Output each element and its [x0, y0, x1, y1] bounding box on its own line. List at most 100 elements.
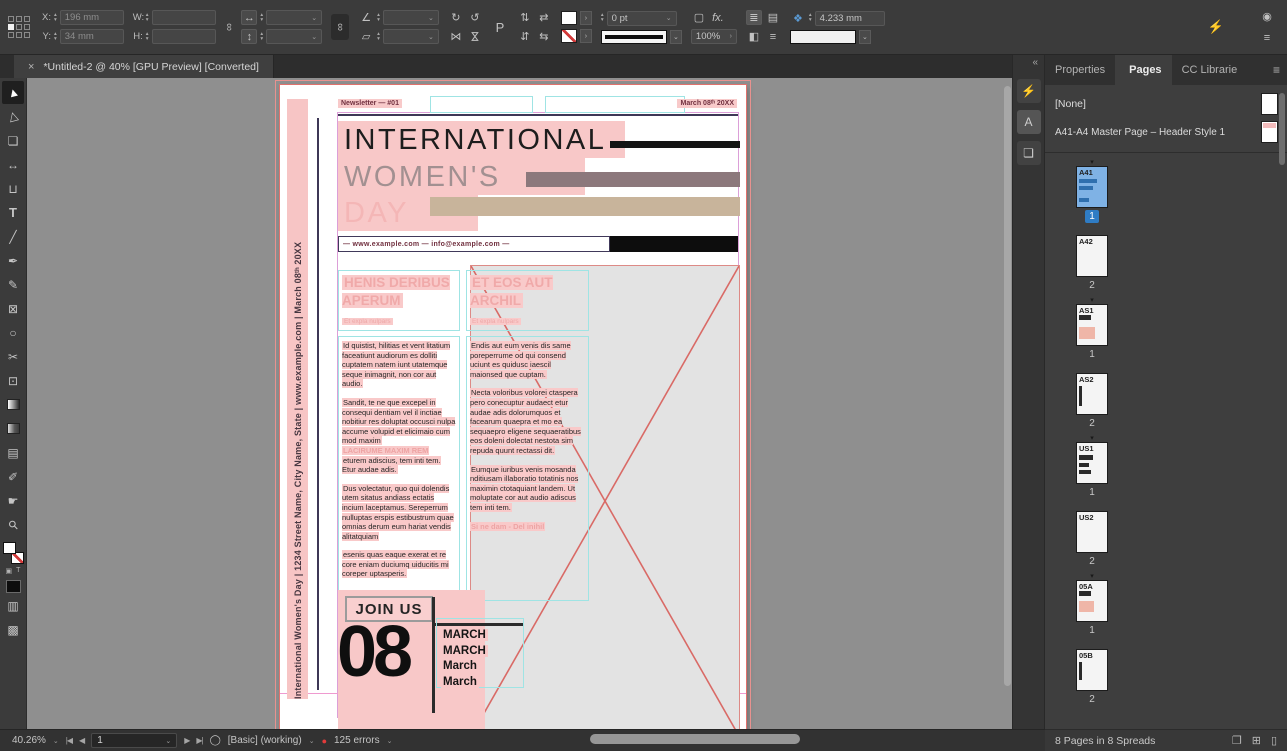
text-column-2[interactable]: ET EOS AUT ARCHIL Et expla nulpars Endis…	[466, 270, 589, 601]
screen-mode-icon[interactable]: ▩	[2, 618, 24, 641]
title-line-1[interactable]: INTERNATIONAL	[344, 122, 606, 158]
horizontal-scrollbar[interactable]	[590, 734, 800, 744]
shear-angle-field[interactable]: ⌄	[383, 29, 439, 44]
stepper-icon[interactable]: ▴▾	[377, 13, 380, 23]
page-number-field[interactable]: 1 ⌄	[91, 733, 177, 748]
stepper-icon[interactable]: ▴▾	[54, 13, 57, 23]
page-number[interactable]: 1	[1085, 624, 1099, 637]
master-thumbnail[interactable]	[1262, 94, 1277, 114]
view-options-icon[interactable]: ▥	[2, 594, 24, 617]
gradient-tool[interactable]	[2, 393, 24, 416]
tab-cc-libraries[interactable]: CC Librarie	[1172, 55, 1248, 85]
column1-body-frame[interactable]: Id quistist, hilitias et vent litatium f…	[338, 336, 460, 593]
stepper-icon[interactable]: ▴▾	[54, 32, 57, 42]
close-icon[interactable]: ×	[28, 61, 34, 73]
fill-color-swatch[interactable]	[561, 11, 577, 25]
text-wrap-jump-icon[interactable]: ≡	[765, 29, 781, 44]
error-count[interactable]: 125 errors	[334, 735, 380, 746]
next-page-icon[interactable]: ▶	[184, 736, 189, 745]
panel-menu-icon[interactable]: ≡	[1273, 63, 1280, 77]
page-thumbnail[interactable]: A42	[1077, 236, 1107, 276]
text-wrap-bounding-icon[interactable]: ▤	[765, 10, 781, 25]
x-position-field[interactable]: 196 mm	[60, 10, 124, 25]
transform-proxy-icon[interactable]: P	[492, 20, 508, 35]
document-page[interactable]: International Women's Day | 1234 Street …	[280, 85, 746, 729]
zoom-tool[interactable]: ⚲	[2, 513, 24, 536]
chevron-down-icon[interactable]: ⌄	[53, 737, 59, 745]
stroke-style-chevron[interactable]: ⌄	[670, 30, 682, 44]
width-field[interactable]	[152, 10, 216, 25]
swatch-dropdown[interactable]	[790, 30, 856, 44]
tab-pages[interactable]: Pages	[1115, 55, 1171, 85]
contact-line[interactable]: — www.example.com — info@example.com —	[338, 236, 610, 252]
preflight-profile[interactable]: [Basic] (working)	[228, 735, 302, 746]
newsletter-date-label[interactable]: March 08ᵗʰ 20XX	[677, 99, 737, 108]
stepper-icon[interactable]: ▴▾	[809, 13, 812, 23]
swatch-dropdown-chevron[interactable]: ⌄	[859, 30, 871, 44]
gear-icon[interactable]: ◉	[1259, 9, 1275, 24]
page-thumbnail[interactable]: AS2	[1077, 374, 1107, 414]
stroke-color-swatch[interactable]	[561, 29, 577, 43]
pen-tool[interactable]: ✒	[2, 249, 24, 272]
panel-scrollbar[interactable]	[1279, 93, 1285, 165]
rectangle-frame-tool[interactable]: ⊠	[2, 297, 24, 320]
zoom-level[interactable]: 40.26%	[12, 735, 46, 746]
content-collector-tool[interactable]: ⊔	[2, 177, 24, 200]
title-line-3[interactable]: DAY	[344, 195, 409, 231]
ellipse-tool[interactable]: ○	[2, 321, 24, 344]
page-number[interactable]: 1	[1085, 210, 1099, 223]
line-tool[interactable]: ╱	[2, 225, 24, 248]
constrain-scale-button[interactable]: ∞	[331, 14, 349, 40]
selection-tool[interactable]: ►	[2, 81, 24, 104]
character-styles-panel-icon[interactable]: A	[1017, 110, 1041, 134]
distribute-horizontal-icon[interactable]: ⇄	[536, 10, 552, 25]
event-day-number[interactable]: 08	[337, 602, 409, 702]
formatting-text-icon[interactable]: T	[16, 567, 20, 575]
previous-page-icon[interactable]: ◀	[79, 736, 84, 745]
scale-y-field[interactable]: ⌄	[266, 29, 322, 44]
apply-color-button[interactable]	[6, 580, 21, 593]
preflight-icon[interactable]: ◯	[210, 735, 221, 746]
chevron-down-icon[interactable]: ⌄	[387, 737, 393, 745]
page-number[interactable]: 2	[1085, 279, 1099, 292]
align-horizontal-icon[interactable]: ⇆	[536, 29, 552, 44]
control-bar-menu-icon[interactable]: ≡	[1259, 31, 1275, 46]
new-page-icon[interactable]: ⊞	[1252, 734, 1261, 747]
flip-vertical-icon[interactable]: ⋈	[467, 29, 482, 45]
scale-x-field[interactable]: ⌄	[266, 10, 322, 25]
gradient-feather-tool[interactable]	[2, 417, 24, 440]
canvas[interactable]: International Women's Day | 1234 Street …	[27, 78, 1012, 729]
master-thumbnail[interactable]	[1262, 122, 1277, 142]
align-vertical-icon[interactable]: ⇵	[517, 29, 533, 44]
direct-selection-tool[interactable]: ▷	[2, 105, 24, 128]
scissors-tool[interactable]: ✂	[2, 345, 24, 368]
page-number[interactable]: 2	[1085, 693, 1099, 706]
column2-heading-frame[interactable]: ET EOS AUT ARCHIL Et expla nulpars	[466, 270, 589, 331]
stroke-style-dropdown[interactable]	[601, 30, 667, 44]
stroke-options-button[interactable]: ›	[580, 29, 592, 43]
page-number[interactable]: 1	[1085, 348, 1099, 361]
tab-properties[interactable]: Properties	[1045, 55, 1115, 85]
y-position-field[interactable]: 34 mm	[60, 29, 124, 44]
page-number[interactable]: 1	[1085, 486, 1099, 499]
master-row-none[interactable]: [None]	[1045, 90, 1287, 118]
eyedropper-tool[interactable]: ✐	[2, 465, 24, 488]
sidebar-vertical-text[interactable]: International Women's Day | 1234 Street …	[288, 99, 308, 699]
page-thumbnail[interactable]: US2	[1077, 512, 1107, 552]
stroke-weight-field[interactable]: 0 pt⌄	[607, 11, 677, 26]
reference-point-grid[interactable]	[8, 16, 30, 38]
page-thumbnail[interactable]: 05A	[1077, 581, 1107, 621]
vertical-scrollbar[interactable]	[1004, 86, 1011, 686]
type-tool[interactable]: T	[2, 201, 24, 224]
title-line-2[interactable]: WOMEN'S	[344, 159, 501, 195]
paragraph-styles-panel-icon[interactable]: ❏	[1017, 141, 1041, 165]
flip-horizontal-icon[interactable]: ⋈	[448, 29, 464, 44]
page-thumbnail[interactable]: AS1	[1077, 305, 1107, 345]
page-tool[interactable]: ❏	[2, 129, 24, 152]
page-thumbnail[interactable]: US1	[1077, 443, 1107, 483]
distribute-vertical-icon[interactable]: ⇅	[517, 10, 533, 25]
gpu-performance-icon[interactable]: ⚡	[1208, 19, 1224, 35]
text-wrap-none-icon[interactable]: ≣	[746, 10, 762, 25]
stepper-icon[interactable]: ▴▾	[146, 32, 149, 42]
stepper-icon[interactable]: ▴▾	[377, 32, 380, 42]
